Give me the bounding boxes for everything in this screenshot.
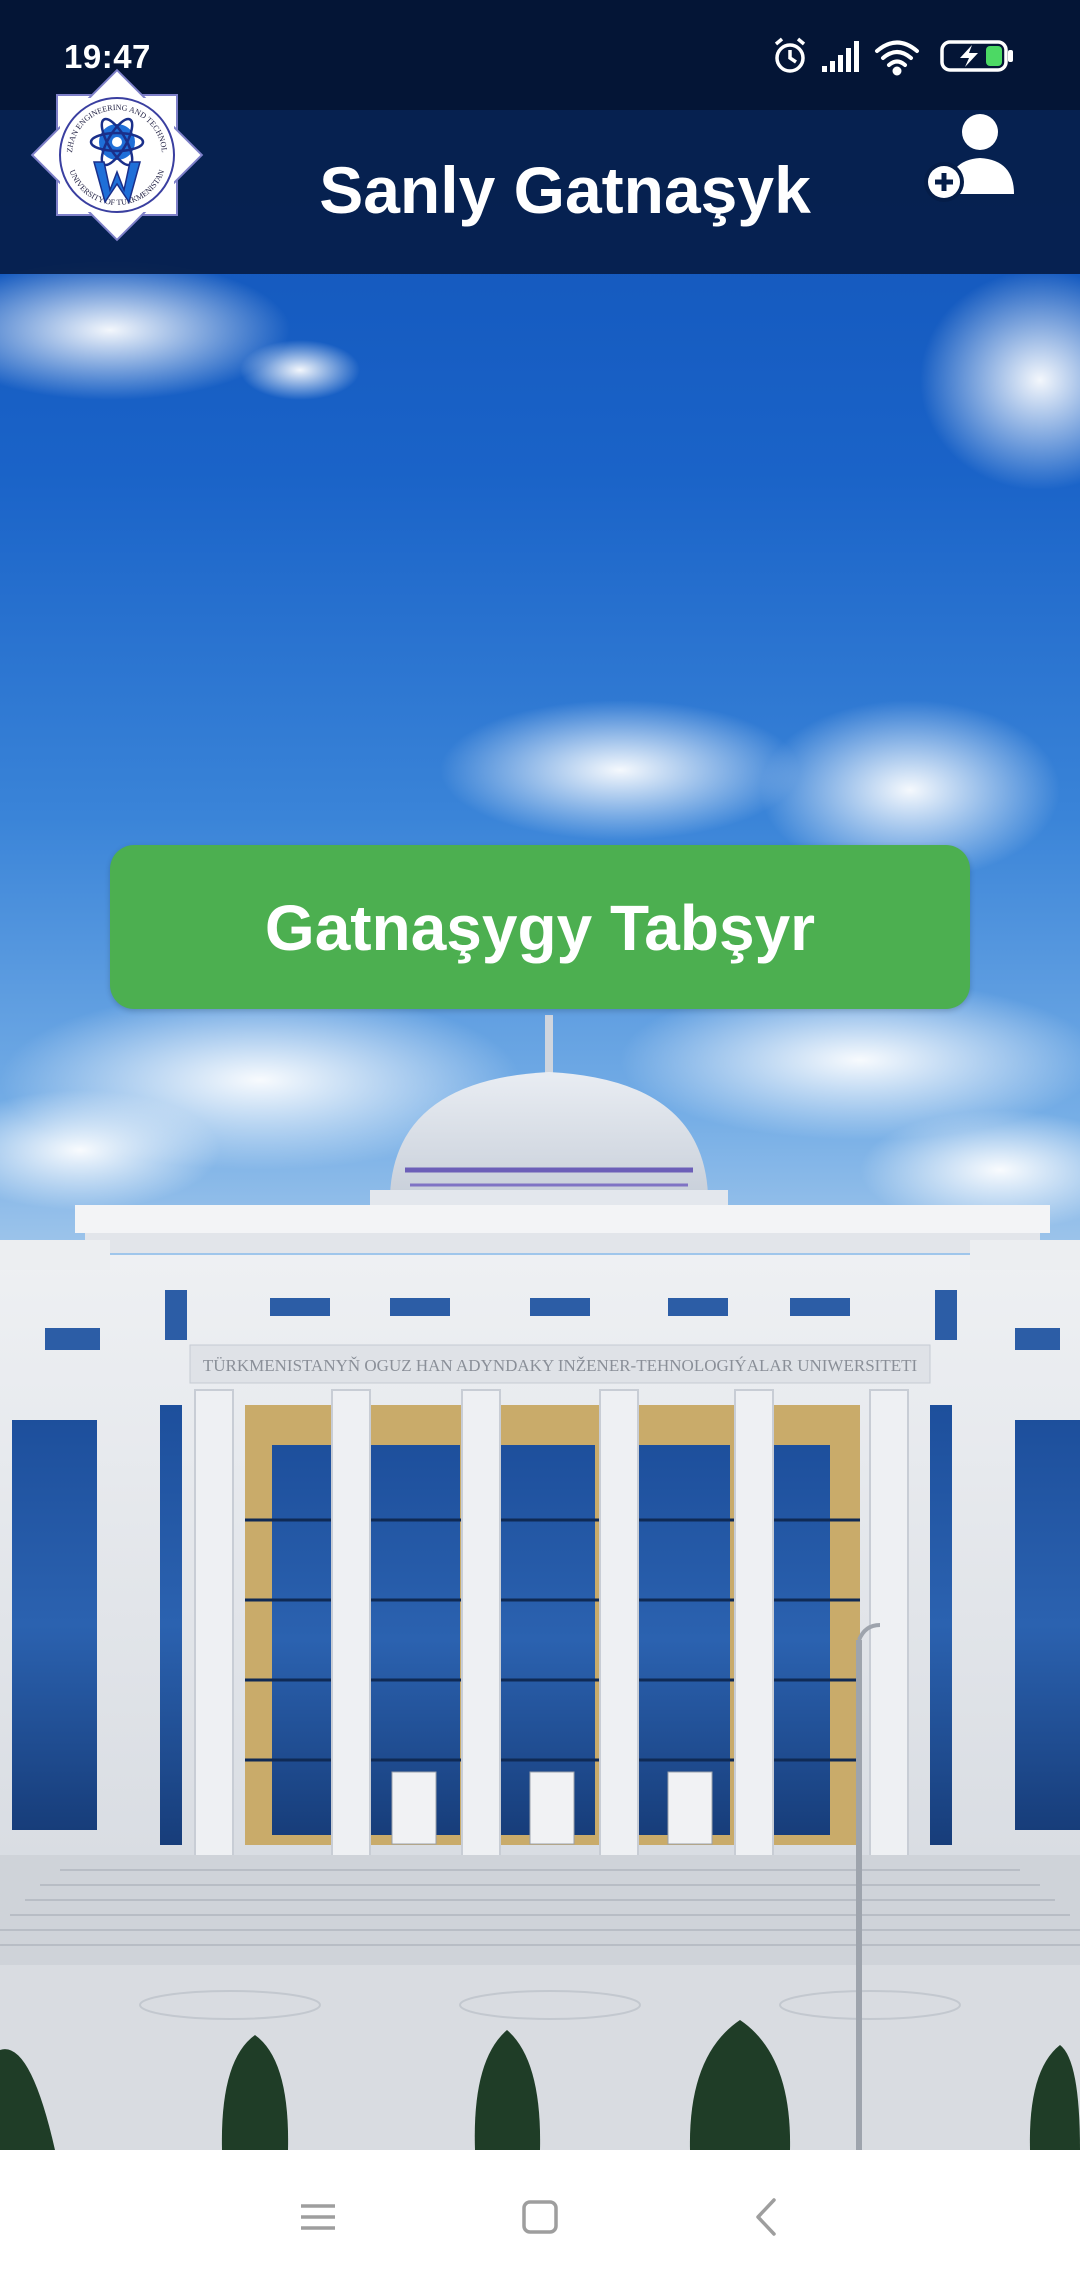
building-sign: TÜRKMENISTANYŇ OGUZ HAN ADYNDAKY INŽENER… bbox=[203, 1356, 918, 1375]
status-icons bbox=[774, 37, 1013, 76]
university-logo: OGUZHAN ENGINEERING AND TECHNOLOGY UNIVE… bbox=[24, 62, 204, 242]
add-user-button[interactable] bbox=[922, 110, 1022, 206]
navigation-bar bbox=[0, 2150, 1080, 2280]
back-button[interactable] bbox=[732, 2182, 802, 2252]
app-title: Sanly Gatnaşyk bbox=[319, 153, 811, 227]
alarm-icon bbox=[774, 37, 806, 73]
battery-charging-icon bbox=[940, 40, 1013, 72]
background-image: TÜRKMENISTANYŇ OGUZ HAN ADYNDAKY INŽENER… bbox=[0, 0, 1080, 2150]
add-user-icon bbox=[924, 114, 1014, 202]
home-button[interactable] bbox=[505, 2182, 575, 2252]
back-chevron-icon bbox=[756, 2198, 776, 2236]
menu-icon bbox=[301, 2204, 335, 2230]
screen: TÜRKMENISTANYŇ OGUZ HAN ADYNDAKY INŽENER… bbox=[0, 0, 1080, 2280]
submit-attendance-button[interactable]: Gatnaşygy Tabşyr bbox=[110, 845, 970, 1009]
wifi-icon bbox=[875, 40, 919, 76]
signal-icon bbox=[822, 41, 859, 72]
home-square-icon bbox=[522, 2200, 558, 2234]
menu-button[interactable] bbox=[283, 2182, 353, 2252]
university-building-illustration: TÜRKMENISTANYŇ OGUZ HAN ADYNDAKY INŽENER… bbox=[0, 260, 1080, 2150]
